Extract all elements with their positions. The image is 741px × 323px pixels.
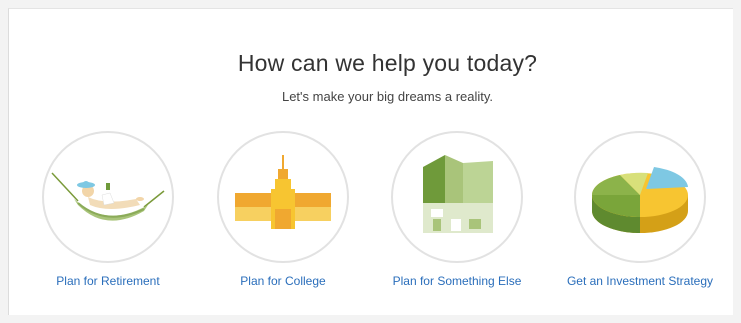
option-circle[interactable] (574, 131, 706, 263)
option-label[interactable]: Plan for Something Else (367, 274, 547, 288)
option-investment-strategy[interactable]: Get an Investment Strategy (550, 131, 730, 301)
option-plan-something-else[interactable]: Plan for Something Else (367, 131, 547, 301)
pie-chart-icon (592, 167, 688, 233)
hammock-icon (51, 172, 165, 221)
option-circle[interactable] (42, 131, 174, 263)
page-title: How can we help you today? (237, 50, 538, 76)
option-label[interactable]: Plan for College (193, 274, 373, 288)
option-label[interactable]: Plan for Retirement (18, 274, 198, 288)
house-icon (423, 155, 493, 233)
option-circle[interactable] (391, 131, 523, 263)
option-label[interactable]: Get an Investment Strategy (550, 274, 730, 288)
college-building-icon (235, 155, 331, 229)
option-circle[interactable] (217, 131, 349, 263)
option-plan-college[interactable]: Plan for College (193, 131, 373, 301)
option-plan-retirement[interactable]: Plan for Retirement (18, 131, 198, 301)
page-subtitle: Let's make your big dreams a reality. (281, 89, 494, 104)
help-panel: How can we help you today? Let's make yo… (8, 8, 733, 315)
